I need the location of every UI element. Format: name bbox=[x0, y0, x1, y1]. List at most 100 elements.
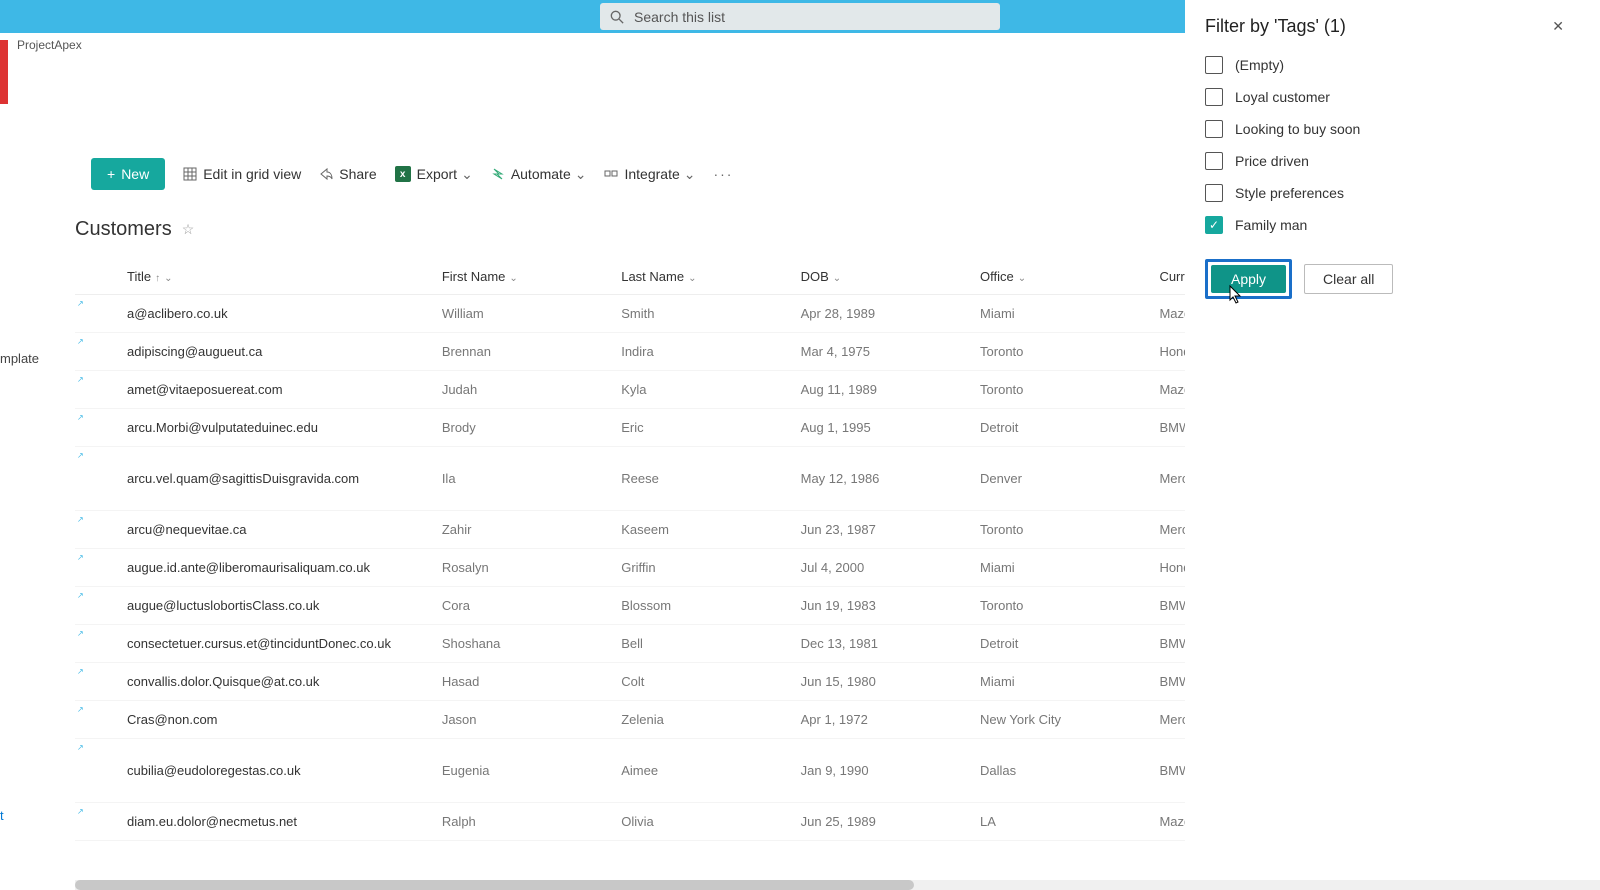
automate-label: Automate bbox=[511, 166, 571, 182]
cell-dob: Jun 25, 1989 bbox=[793, 803, 972, 841]
cell-first-name: Shoshana bbox=[434, 625, 613, 663]
cell-last-name: Kaseem bbox=[613, 511, 792, 549]
chevron-down-icon: ⌄ bbox=[164, 273, 172, 284]
list-title: Customers bbox=[75, 218, 172, 241]
filter-option[interactable]: Style preferences bbox=[1205, 177, 1580, 209]
cell-last-name: Griffin bbox=[613, 549, 792, 587]
checkbox[interactable] bbox=[1205, 184, 1223, 202]
cell-dob: Apr 28, 1989 bbox=[793, 295, 972, 333]
cell-title[interactable]: ↗a@aclibero.co.uk bbox=[75, 295, 434, 333]
favorite-star-icon[interactable]: ☆ bbox=[182, 221, 195, 238]
filter-option[interactable]: Family man bbox=[1205, 209, 1580, 241]
cell-first-name: Cora bbox=[434, 587, 613, 625]
checkbox[interactable] bbox=[1205, 56, 1223, 74]
filter-option[interactable]: (Empty) bbox=[1205, 49, 1580, 81]
leftnav-item-template[interactable]: mplate bbox=[0, 345, 39, 372]
cell-office: Dallas bbox=[972, 739, 1151, 803]
col-header-dob[interactable]: DOB⌄ bbox=[793, 259, 972, 295]
cell-title[interactable]: ↗arcu.vel.quam@sagittisDuisgravida.com bbox=[75, 447, 434, 511]
cell-first-name: Eugenia bbox=[434, 739, 613, 803]
cell-last-name: Indira bbox=[613, 333, 792, 371]
scrollbar-thumb[interactable] bbox=[75, 880, 914, 890]
new-button[interactable]: + New bbox=[91, 158, 165, 190]
integrate-label: Integrate bbox=[624, 166, 679, 182]
col-header-title[interactable]: Title↑⌄ bbox=[75, 259, 434, 295]
search-placeholder: Search this list bbox=[634, 9, 725, 25]
col-header-first-name[interactable]: First Name⌄ bbox=[434, 259, 613, 295]
search-input[interactable]: Search this list bbox=[600, 3, 1000, 30]
cell-dob: Jan 9, 1990 bbox=[793, 739, 972, 803]
site-name[interactable]: ProjectApex bbox=[17, 38, 82, 52]
cell-office: Detroit bbox=[972, 409, 1151, 447]
cell-dob: Jun 19, 1983 bbox=[793, 587, 972, 625]
checkbox[interactable] bbox=[1205, 88, 1223, 106]
cell-title[interactable]: ↗augue.id.ante@liberomaurisaliquam.co.uk bbox=[75, 549, 434, 587]
filter-panel-title: Filter by 'Tags' (1) bbox=[1205, 16, 1346, 37]
cell-dob: Jun 23, 1987 bbox=[793, 511, 972, 549]
share-label: Share bbox=[339, 166, 376, 182]
excel-icon: x bbox=[395, 166, 411, 182]
edit-grid-view-button[interactable]: Edit in grid view bbox=[183, 166, 301, 182]
col-header-last-name[interactable]: Last Name⌄ bbox=[613, 259, 792, 295]
cell-office: Toronto bbox=[972, 511, 1151, 549]
cell-first-name: Jason bbox=[434, 701, 613, 739]
search-icon bbox=[610, 10, 624, 24]
horizontal-scrollbar[interactable] bbox=[75, 880, 1600, 890]
chevron-down-icon: ⌄ bbox=[509, 273, 517, 284]
export-button[interactable]: x Export ⌄ bbox=[395, 166, 473, 183]
cell-dob: Apr 1, 1972 bbox=[793, 701, 972, 739]
apply-button[interactable]: Apply bbox=[1211, 265, 1286, 293]
cell-title[interactable]: ↗amet@vitaeposuereat.com bbox=[75, 371, 434, 409]
cell-last-name: Olivia bbox=[613, 803, 792, 841]
cell-office: Toronto bbox=[972, 333, 1151, 371]
cell-last-name: Bell bbox=[613, 625, 792, 663]
cell-office: Denver bbox=[972, 447, 1151, 511]
cell-office: Miami bbox=[972, 663, 1151, 701]
cell-dob: Jun 15, 1980 bbox=[793, 663, 972, 701]
close-icon[interactable]: ✕ bbox=[1536, 14, 1580, 39]
filter-panel: Filter by 'Tags' (1) ✕ (Empty)Loyal cust… bbox=[1185, 0, 1600, 890]
automate-button[interactable]: Automate ⌄ bbox=[491, 166, 587, 183]
cell-title[interactable]: ↗diam.eu.dolor@necmetus.net bbox=[75, 803, 434, 841]
leftnav-item-bottom[interactable]: t bbox=[0, 802, 39, 829]
edit-grid-label: Edit in grid view bbox=[203, 166, 301, 182]
cell-title[interactable]: ↗convallis.dolor.Quisque@at.co.uk bbox=[75, 663, 434, 701]
integrate-icon bbox=[604, 167, 618, 181]
plus-icon: + bbox=[107, 166, 115, 182]
chevron-down-icon: ⌄ bbox=[688, 273, 696, 284]
chevron-down-icon: ⌄ bbox=[684, 166, 696, 183]
cell-office: Toronto bbox=[972, 371, 1151, 409]
cell-last-name: Smith bbox=[613, 295, 792, 333]
cell-last-name: Zelenia bbox=[613, 701, 792, 739]
checkbox[interactable] bbox=[1205, 216, 1223, 234]
cell-first-name: Hasad bbox=[434, 663, 613, 701]
col-header-office[interactable]: Office⌄ bbox=[972, 259, 1151, 295]
cell-last-name: Reese bbox=[613, 447, 792, 511]
more-button[interactable]: ··· bbox=[713, 166, 733, 182]
cell-title[interactable]: ↗adipiscing@augueut.ca bbox=[75, 333, 434, 371]
checkbox[interactable] bbox=[1205, 120, 1223, 138]
cell-dob: Mar 4, 1975 bbox=[793, 333, 972, 371]
cell-dob: May 12, 1986 bbox=[793, 447, 972, 511]
cell-title[interactable]: ↗consectetuer.cursus.et@tinciduntDonec.c… bbox=[75, 625, 434, 663]
checkbox[interactable] bbox=[1205, 152, 1223, 170]
cell-title[interactable]: ↗arcu.Morbi@vulputateduinec.edu bbox=[75, 409, 434, 447]
cell-title[interactable]: ↗Cras@non.com bbox=[75, 701, 434, 739]
chevron-down-icon: ⌄ bbox=[461, 166, 473, 183]
cell-dob: Aug 11, 1989 bbox=[793, 371, 972, 409]
filter-option[interactable]: Loyal customer bbox=[1205, 81, 1580, 113]
integrate-button[interactable]: Integrate ⌄ bbox=[604, 166, 695, 183]
cell-title[interactable]: ↗cubilia@eudoloregestas.co.uk bbox=[75, 739, 434, 803]
filter-option[interactable]: Looking to buy soon bbox=[1205, 113, 1580, 145]
share-button[interactable]: Share bbox=[319, 166, 376, 182]
cell-dob: Aug 1, 1995 bbox=[793, 409, 972, 447]
cell-first-name: Zahir bbox=[434, 511, 613, 549]
cell-title[interactable]: ↗augue@luctuslobortisClass.co.uk bbox=[75, 587, 434, 625]
cell-office: Miami bbox=[972, 295, 1151, 333]
clear-all-button[interactable]: Clear all bbox=[1304, 264, 1393, 294]
cell-title[interactable]: ↗arcu@nequevitae.ca bbox=[75, 511, 434, 549]
filter-option[interactable]: Price driven bbox=[1205, 145, 1580, 177]
cell-last-name: Blossom bbox=[613, 587, 792, 625]
cell-first-name: Rosalyn bbox=[434, 549, 613, 587]
grid-icon bbox=[183, 167, 197, 181]
